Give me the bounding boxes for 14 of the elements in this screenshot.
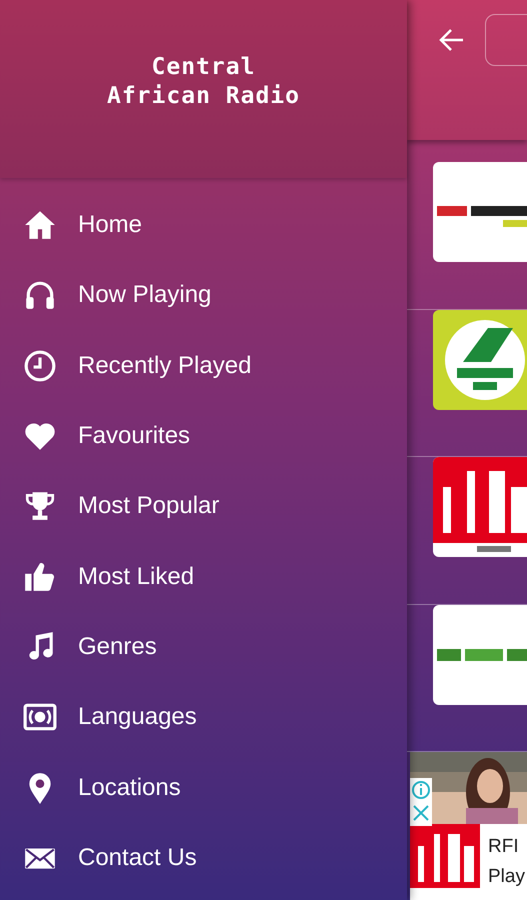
- menu-item[interactable]: Home: [0, 190, 407, 260]
- menu-item[interactable]: Recently Played: [0, 330, 407, 401]
- ad-title: RFI: [488, 836, 520, 858]
- menu-item[interactable]: Most Popular: [0, 471, 407, 542]
- menu-item[interactable]: Languages: [0, 682, 407, 752]
- menu-item[interactable]: Favourites: [0, 400, 407, 472]
- menu-item[interactable]: Now Playing: [0, 260, 407, 331]
- menu-item[interactable]: Most Liked: [0, 541, 407, 612]
- menu-item[interactable]: Contact Us: [0, 822, 407, 893]
- ad-subtitle: Play: [488, 866, 525, 888]
- menu-item[interactable]: Genres: [0, 612, 407, 682]
- menu-item[interactable]: Locations: [0, 752, 407, 823]
- app-title: Central African Radio: [106, 53, 300, 111]
- clock-icon: [23, 348, 57, 383]
